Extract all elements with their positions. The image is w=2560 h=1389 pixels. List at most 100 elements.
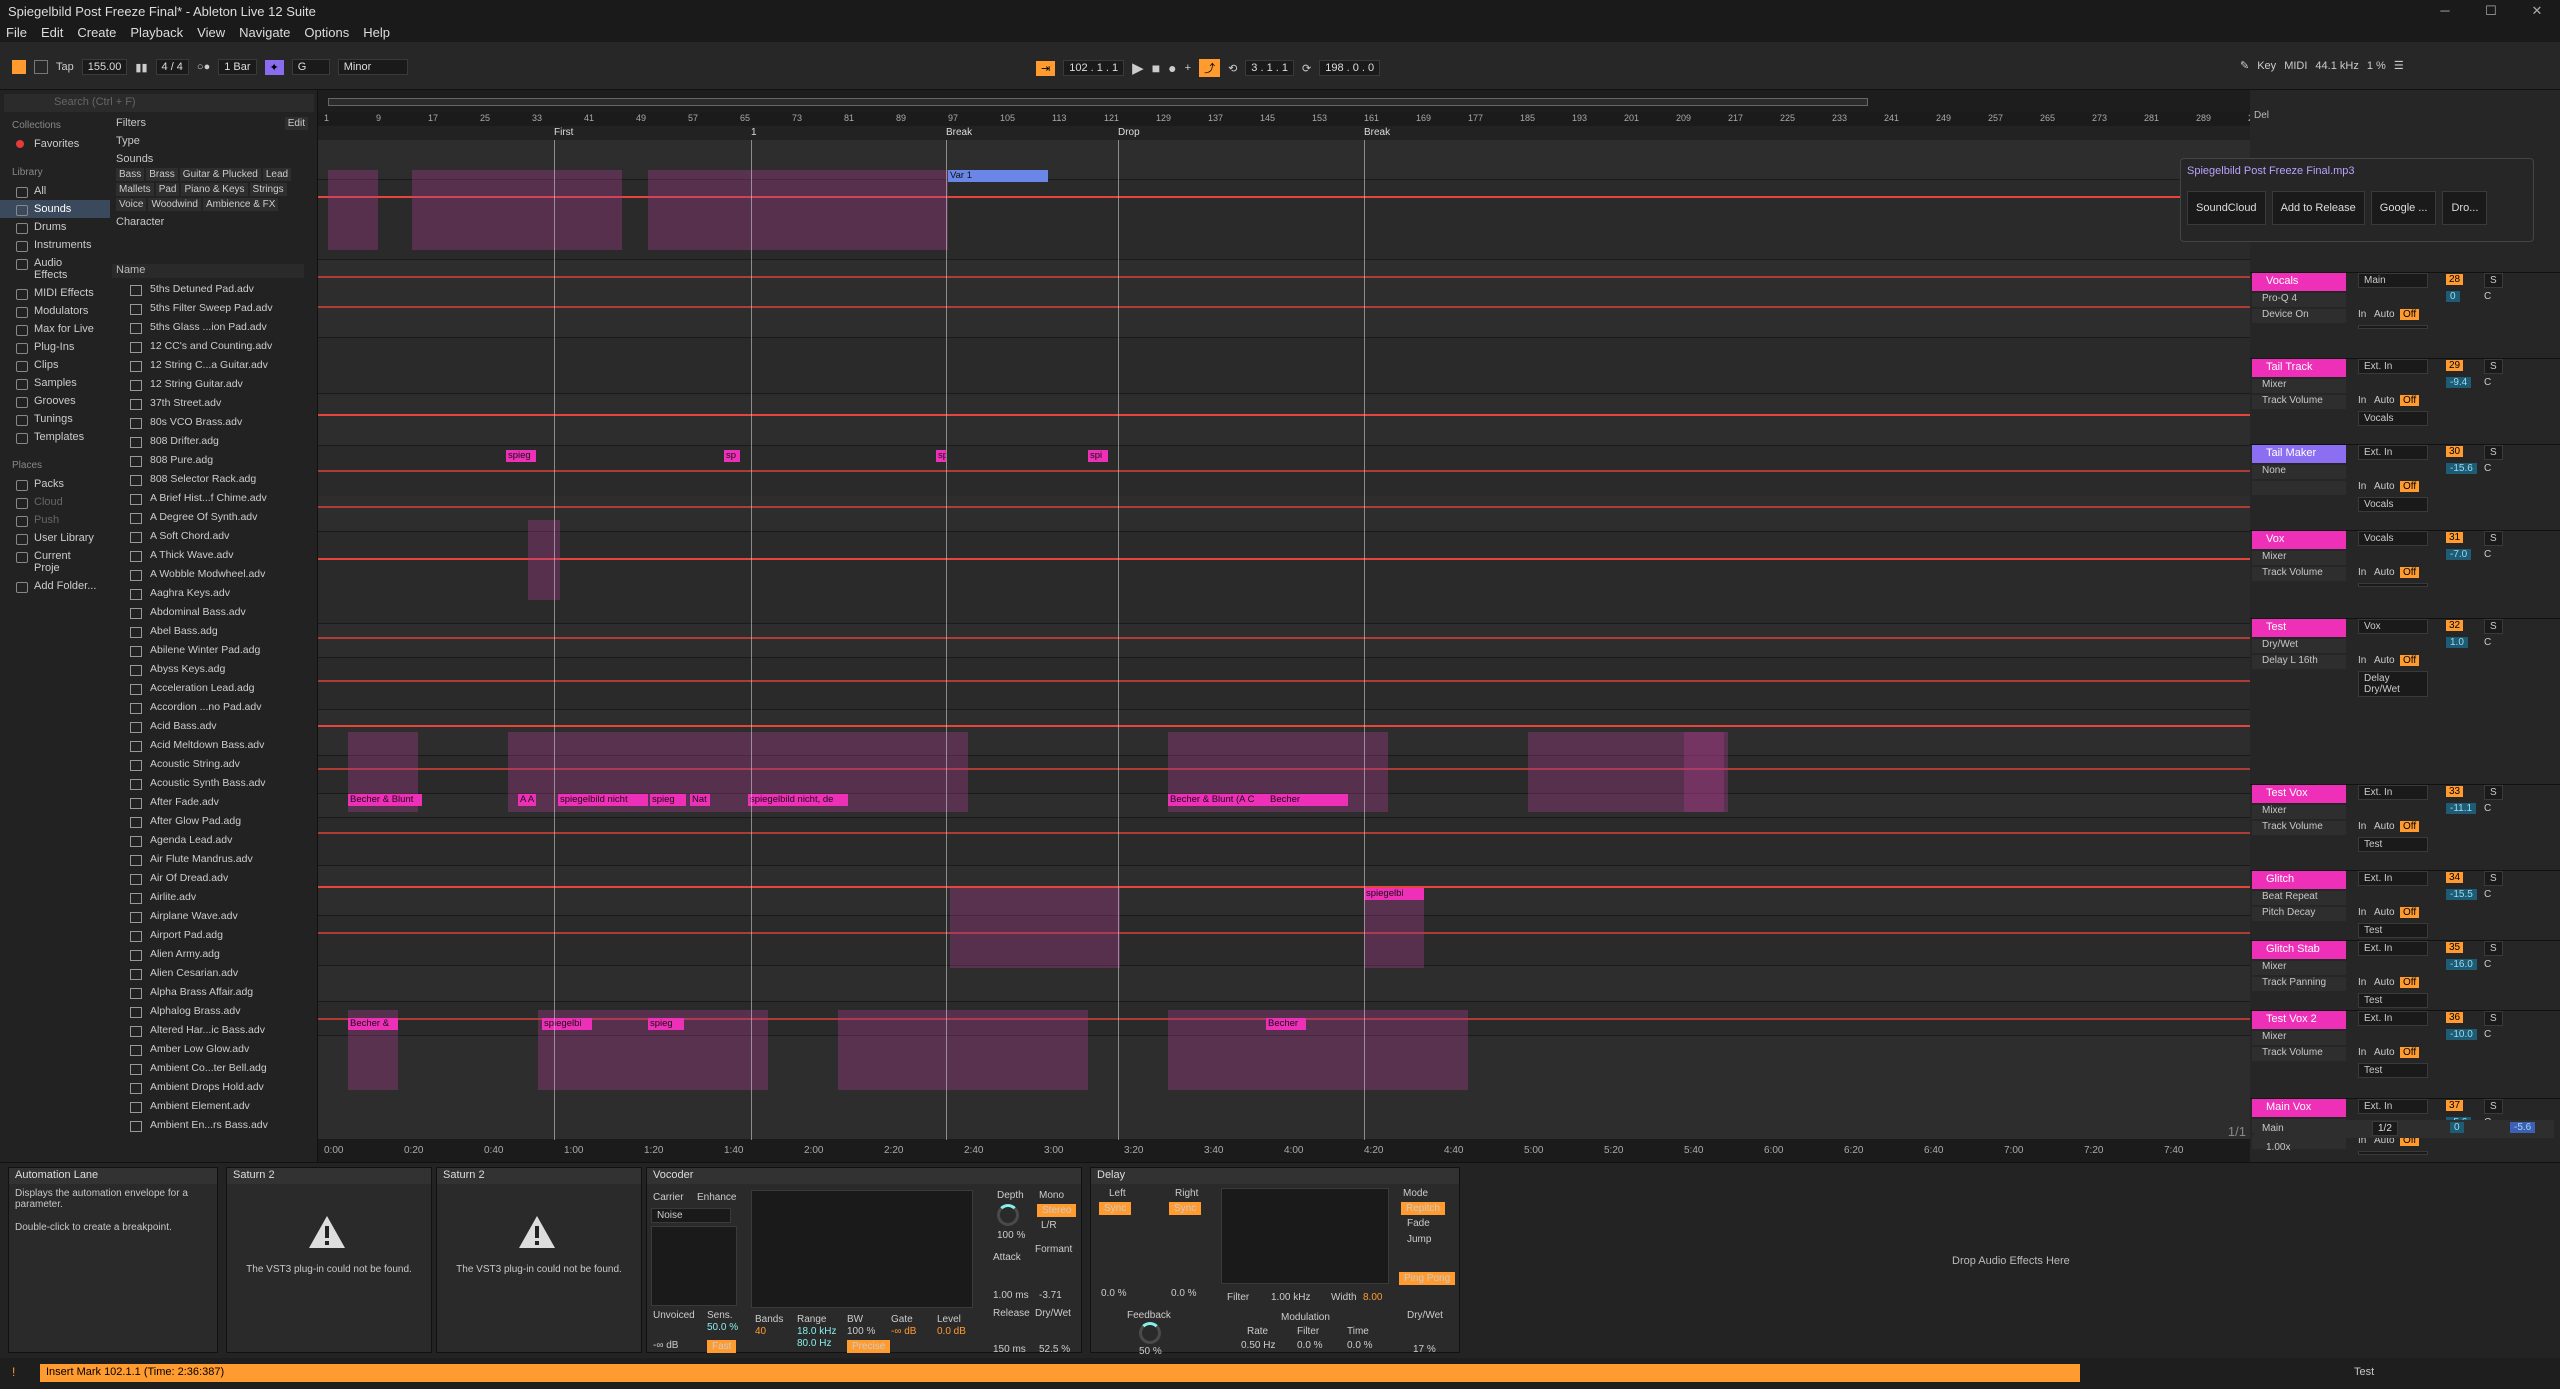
browser-search-input[interactable]: Search (Ctrl + F) xyxy=(4,94,314,112)
minimize-button[interactable]: ─ xyxy=(2422,0,2468,22)
menu-navigate[interactable]: Navigate xyxy=(239,25,290,40)
filter-value[interactable]: 1.00 kHz xyxy=(1271,1292,1310,1303)
track-name[interactable]: Test Vox 2 xyxy=(2252,1011,2346,1029)
locator-1[interactable]: 1 xyxy=(751,127,757,138)
browser-file-item[interactable]: Air Of Dread.adv xyxy=(112,869,304,888)
track-lane[interactable] xyxy=(318,916,2250,966)
browser-file-item[interactable]: 37th Street.adv xyxy=(112,394,304,413)
monitor-in[interactable]: In xyxy=(2358,907,2366,918)
browser-file-item[interactable]: Ambient Co...ter Bell.adg xyxy=(112,1059,304,1078)
automation-envelope[interactable] xyxy=(318,306,2250,308)
tag-mallets[interactable]: Mallets xyxy=(116,183,154,196)
browser-file-item[interactable]: 12 String Guitar.adv xyxy=(112,375,304,394)
pan-field[interactable]: C xyxy=(2484,803,2491,814)
sidebar-item-all[interactable]: All xyxy=(0,182,110,200)
locator-break[interactable]: Break xyxy=(946,127,972,138)
browser-file-item[interactable]: After Glow Pad.adg xyxy=(112,812,304,831)
overview-bar[interactable] xyxy=(318,90,2250,112)
menu-icon[interactable]: ☰ xyxy=(2394,59,2404,72)
metronome-icon[interactable]: ▮▮ xyxy=(135,61,147,74)
precise-button[interactable]: Precise xyxy=(847,1340,891,1353)
main-ratio[interactable]: 1/2 xyxy=(2372,1121,2398,1136)
browser-file-item[interactable]: Ambient En...rs Bass.adv xyxy=(112,1116,304,1135)
browser-file-item[interactable]: Alien Cesarian.adv xyxy=(112,964,304,983)
sidebar-item-samples[interactable]: Samples xyxy=(0,374,110,392)
monitor-auto[interactable]: Auto xyxy=(2374,977,2395,988)
input-routing[interactable]: Ext. In xyxy=(2358,871,2428,886)
tempo-field[interactable]: 155.00 xyxy=(81,59,128,75)
sidebar-item-tunings[interactable]: Tunings xyxy=(0,410,110,428)
clip-label[interactable]: Becher & Blunt xyxy=(348,794,422,806)
monitor-in[interactable]: In xyxy=(2358,821,2366,832)
device-chooser[interactable]: Mixer xyxy=(2252,379,2346,393)
sens-value[interactable]: 50.0 % xyxy=(707,1322,738,1333)
clip-label[interactable]: spiegelbi xyxy=(542,1018,592,1030)
track-lane[interactable] xyxy=(318,624,2250,658)
output-routing[interactable] xyxy=(2358,583,2428,587)
volume-field[interactable]: -7.0 xyxy=(2446,549,2472,560)
loop-icon[interactable]: ⟳ xyxy=(1302,62,1311,75)
device-chooser[interactable]: None xyxy=(2252,465,2346,479)
sidebar-item-plugins[interactable]: Plug-Ins xyxy=(0,338,110,356)
loop-start-field[interactable]: 3 . 1 . 1 xyxy=(1245,60,1294,76)
browser-file-item[interactable]: A Brief Hist...f Chime.adv xyxy=(112,489,304,508)
dropbox-button[interactable]: Dro... xyxy=(2442,191,2488,225)
track-header[interactable]: Test Vox 2 Mixer Track Volume Ext. In 36… xyxy=(2250,1010,2560,1098)
parameter-chooser[interactable]: Track Volume xyxy=(2252,395,2346,409)
vocoder-display[interactable] xyxy=(751,1190,973,1308)
track-lane[interactable] xyxy=(318,658,2250,710)
browser-file-item[interactable]: After Fade.adv xyxy=(112,793,304,812)
track-lane[interactable] xyxy=(318,866,2250,916)
browser-file-item[interactable]: A Wobble Modwheel.adv xyxy=(112,565,304,584)
audio-clip[interactable] xyxy=(838,1010,1088,1090)
tag-bass[interactable]: Bass xyxy=(116,168,145,181)
output-routing[interactable]: Test xyxy=(2358,1063,2428,1078)
unvoiced-value[interactable]: -∞ dB xyxy=(653,1340,678,1351)
sidebar-item-modulators[interactable]: Modulators xyxy=(0,302,110,320)
time-signature-field[interactable]: 4 / 4 xyxy=(155,59,189,75)
browser-file-item[interactable]: Acceleration Lead.adg xyxy=(112,679,304,698)
sidebar-item-grooves[interactable]: Grooves xyxy=(0,392,110,410)
automation-envelope[interactable] xyxy=(318,832,2250,834)
parameter-chooser[interactable]: Track Volume xyxy=(2252,1047,2346,1061)
device-chooser[interactable]: Beat Repeat xyxy=(2252,891,2346,905)
automation-envelope[interactable] xyxy=(318,932,2250,934)
device-chooser[interactable]: Mixer xyxy=(2252,1031,2346,1045)
audio-clip[interactable] xyxy=(648,170,948,250)
carrier-select[interactable]: Noise xyxy=(651,1208,731,1223)
tag-voice[interactable]: Voice xyxy=(116,198,147,211)
time-value[interactable]: 0.0 % xyxy=(1347,1340,1373,1351)
track-name[interactable]: Tail Track xyxy=(2252,359,2346,377)
sidebar-item-midi-effects[interactable]: MIDI Effects xyxy=(0,284,110,302)
browser-file-item[interactable]: Agenda Lead.adv xyxy=(112,831,304,850)
sidebar-item-sounds[interactable]: Sounds xyxy=(0,200,110,218)
delay-title[interactable]: Delay xyxy=(1091,1168,1459,1184)
solo-button[interactable]: S xyxy=(2484,619,2503,634)
browser-file-item[interactable]: Abyss Keys.adg xyxy=(112,660,304,679)
browser-file-item[interactable]: 808 Selector Rack.adg xyxy=(112,470,304,489)
time-ruler[interactable]: 0:00 0:20 0:40 1:00 1:20 1:40 2:00 2:20 2:40 3:00… xyxy=(318,1140,2250,1162)
repitch-button[interactable]: Repitch xyxy=(1401,1202,1445,1215)
clip-label[interactable]: sp xyxy=(724,450,740,462)
track-name[interactable]: Test xyxy=(2252,619,2346,637)
automation-envelope[interactable] xyxy=(318,470,2250,472)
clip-label[interactable]: spiegelbi xyxy=(1364,888,1424,900)
menu-create[interactable]: Create xyxy=(77,25,116,40)
audio-clip[interactable] xyxy=(1364,888,1424,968)
drop-effects-hint[interactable]: Drop Audio Effects Here xyxy=(1952,1255,2070,1267)
parameter-chooser[interactable]: Track Volume xyxy=(2252,567,2346,581)
filter-display[interactable] xyxy=(1221,1188,1389,1284)
input-routing[interactable]: Ext. In xyxy=(2358,359,2428,374)
device-chooser[interactable]: Mixer xyxy=(2252,551,2346,565)
fast-button[interactable]: Fast xyxy=(707,1340,737,1353)
song-position-field[interactable]: 102 . 1 . 1 xyxy=(1063,60,1125,76)
locator-first[interactable]: First xyxy=(554,127,573,138)
tag-guitar[interactable]: Guitar & Plucked xyxy=(179,168,261,181)
automation-arm-icon[interactable]: ⤴ xyxy=(1199,59,1221,77)
menu-options[interactable]: Options xyxy=(304,25,349,40)
arrangement-position-icon[interactable]: ⇥ xyxy=(1036,60,1056,76)
sidebar-item-templates[interactable]: Templates xyxy=(0,428,110,446)
range-high[interactable]: 18.0 kHz xyxy=(797,1326,836,1337)
saturn-title-2[interactable]: Saturn 2 xyxy=(437,1168,641,1184)
audio-clip[interactable] xyxy=(1684,732,1724,812)
